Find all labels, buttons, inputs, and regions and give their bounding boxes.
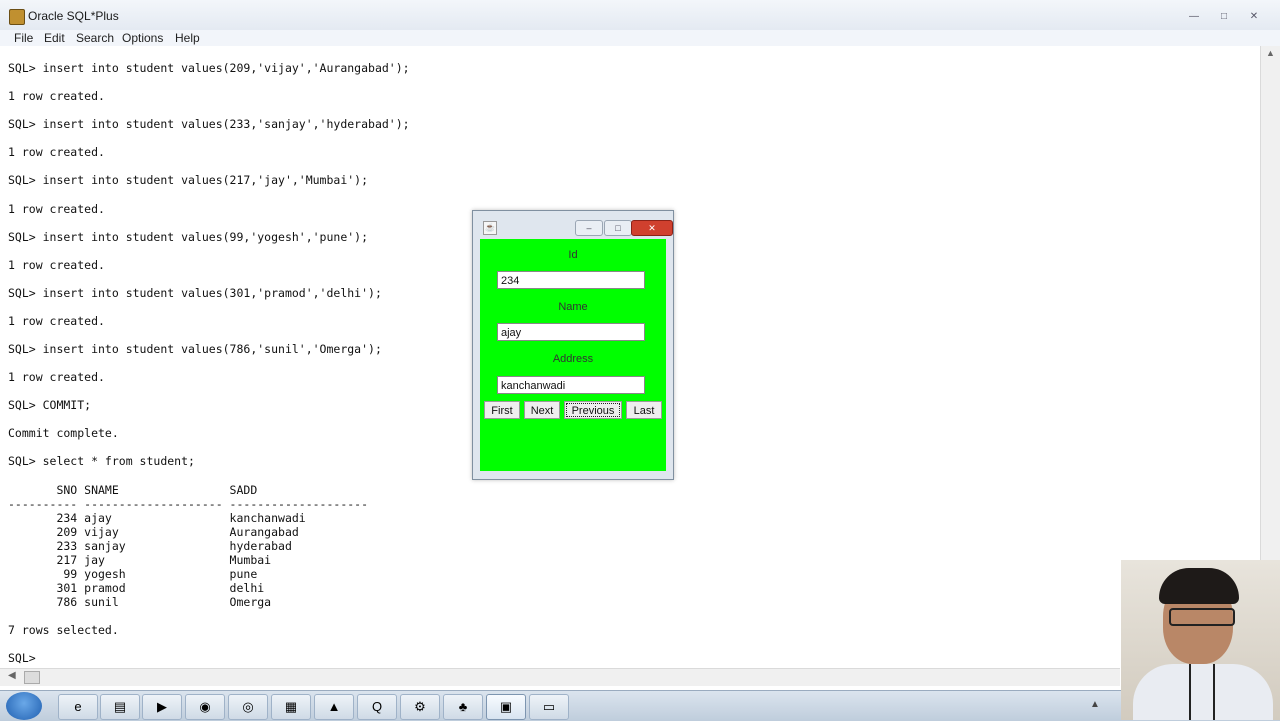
console-line: Commit complete. [8, 426, 119, 441]
scroll-up-icon[interactable]: ▲ [1266, 48, 1275, 58]
console-line: SQL> insert into student values(217,'jay… [8, 173, 369, 188]
sqlplus-app-icon [9, 9, 25, 25]
console-line: SQL> select * from student; [8, 454, 195, 469]
taskbar-folder-icon[interactable]: ▤ [100, 694, 140, 720]
console-line: SQL> insert into student values(209,'vij… [8, 61, 410, 75]
dialog-minimize-button[interactable]: – [575, 220, 603, 236]
console-line: 209 vijay Aurangabad [8, 524, 299, 539]
taskbar-tools-icon[interactable]: ⚙ [400, 694, 440, 720]
menu-search[interactable]: Search [76, 31, 114, 45]
console-line: 786 sunil Omerga [8, 594, 272, 609]
scroll-thumb[interactable] [24, 671, 40, 684]
console-line: SQL> COMMIT; [8, 398, 92, 413]
menu-help[interactable]: Help [175, 31, 200, 45]
java-icon: ☕ [483, 221, 497, 235]
console-line: 1 row created. [8, 145, 105, 160]
scroll-left-icon[interactable]: ◀ [8, 670, 16, 681]
taskbar: e ▤ ▶ ◉ ◎ ▦ ▲ Q ⚙ ♣ ▣ ▭ ▲ [0, 690, 1280, 721]
console-line: 1 row created. [8, 370, 105, 385]
name-label: Name [558, 301, 588, 313]
id-label: Id [568, 249, 578, 261]
console-line: 217 jay Mumbai [8, 552, 272, 567]
form-panel: Id 234 Name ajay Address kanchanwadi Fir… [480, 239, 666, 471]
maximize-button[interactable]: □ [1212, 9, 1236, 25]
console-line: SQL> insert into student values(233,'san… [8, 117, 410, 132]
menu-edit[interactable]: Edit [44, 31, 65, 45]
id-field[interactable]: 234 [497, 271, 645, 289]
first-button[interactable]: First [484, 401, 520, 419]
menu-bar: File Edit Search Options Help [0, 30, 1280, 46]
taskbar-cmd-icon[interactable]: ▣ [486, 694, 526, 720]
console-line: SQL> insert into student values(786,'sun… [8, 342, 382, 356]
taskbar-file-manager-icon[interactable]: ▦ [271, 694, 311, 720]
horizontal-scrollbar[interactable]: ◀ [0, 668, 1120, 686]
menu-file[interactable]: File [14, 31, 33, 45]
student-form-dialog: ☕ – □ ✕ Id 234 Name ajay Address kanchan… [472, 210, 674, 480]
window-title: Oracle SQL*Plus [28, 9, 119, 23]
presenter-glasses [1169, 608, 1235, 626]
console-line: SQL> [8, 651, 36, 666]
dialog-maximize-button[interactable]: □ [604, 220, 632, 236]
console-line: SQL> insert into student values(99,'yoge… [8, 229, 369, 244]
last-button[interactable]: Last [626, 401, 662, 419]
console-line: 1 row created. [8, 257, 105, 272]
console-line: 1 row created. [8, 201, 105, 216]
address-label: Address [552, 353, 594, 365]
presenter-hair [1159, 568, 1239, 604]
taskbar-ie-icon[interactable]: e [58, 694, 98, 720]
menu-options[interactable]: Options [122, 31, 163, 45]
taskbar-firefox-icon[interactable]: ◉ [185, 694, 225, 720]
start-button[interactable] [6, 692, 42, 720]
console-line: SNO SNAME SADD [8, 482, 258, 497]
name-field[interactable]: ajay [497, 323, 645, 341]
taskbar-sql-plus-icon[interactable]: ▲ [314, 694, 354, 720]
previous-button[interactable]: Previous [564, 401, 622, 419]
taskbar-chrome-icon[interactable]: ◎ [228, 694, 268, 720]
console-line: SQL> insert into student values(301,'pra… [8, 285, 382, 300]
console-line: 1 row created. [8, 313, 105, 328]
taskbar-app-q-icon[interactable]: Q [357, 694, 397, 720]
console-line: 7 rows selected. [8, 623, 119, 637]
title-bar: Oracle SQL*Plus — □ ✕ [0, 0, 1280, 31]
tray-expand-icon[interactable]: ▲ [1090, 699, 1100, 710]
next-button[interactable]: Next [524, 401, 560, 419]
presenter-lanyard [1189, 664, 1215, 720]
dialog-title-bar: ☕ – □ ✕ [473, 211, 673, 239]
console-line: 234 ajay kanchanwadi [8, 510, 306, 525]
console-line: 233 sanjay hyderabad [8, 538, 292, 553]
dialog-close-button[interactable]: ✕ [631, 220, 673, 236]
minimize-button[interactable]: — [1182, 9, 1206, 25]
console-line: 301 pramod delhi [8, 580, 265, 595]
console-line: 99 yogesh pune [8, 566, 258, 581]
taskbar-media-player-icon[interactable]: ▶ [142, 694, 182, 720]
address-field[interactable]: kanchanwadi [497, 376, 645, 394]
webcam-overlay [1121, 560, 1280, 720]
taskbar-java-icon[interactable]: ♣ [443, 694, 483, 720]
console-line: ---------- -------------------- --------… [8, 496, 369, 511]
console-line: 1 row created. [8, 89, 105, 104]
taskbar-document-icon[interactable]: ▭ [529, 694, 569, 720]
close-button[interactable]: ✕ [1242, 9, 1266, 25]
